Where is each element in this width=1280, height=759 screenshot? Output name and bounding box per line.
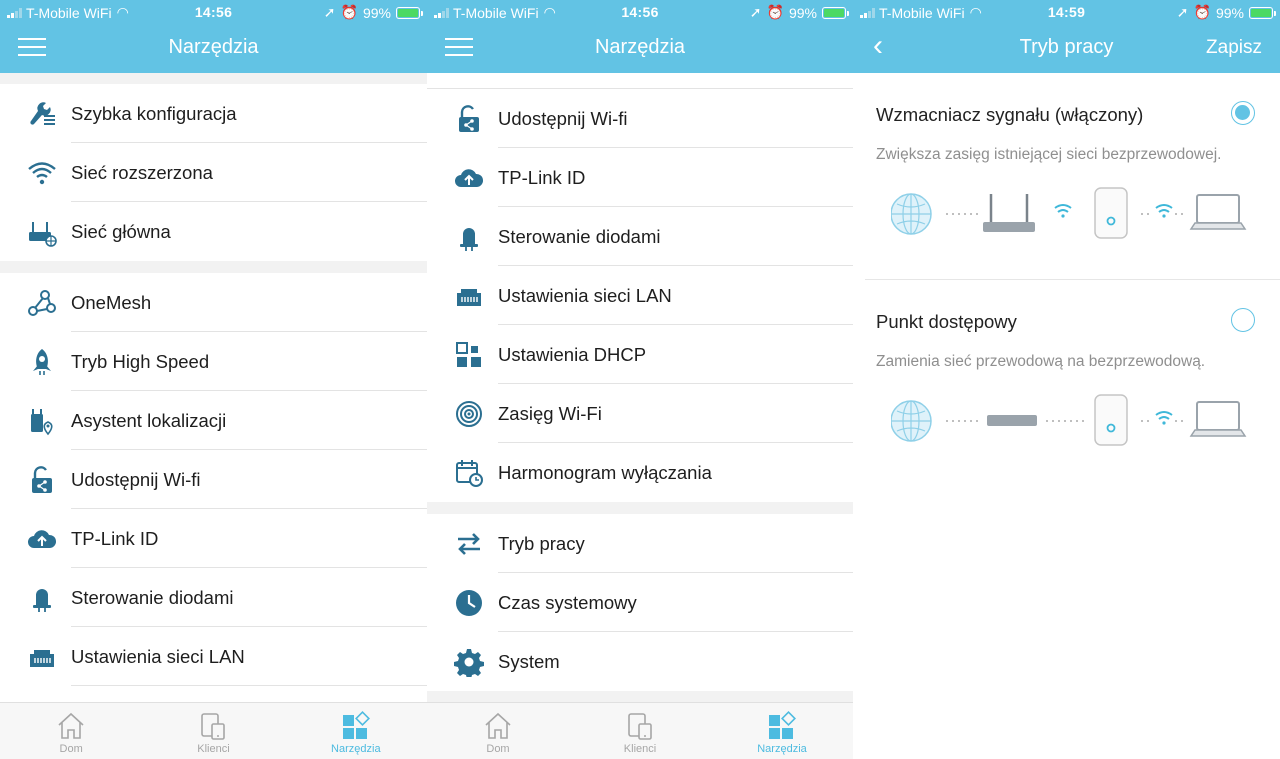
save-button[interactable]: Zapisz	[1206, 37, 1262, 59]
status-bar: T-Mobile WiFi ◠ 14:59 ➚ ⏰ 99%	[853, 0, 1280, 24]
led-bell-icon	[427, 222, 498, 252]
battery-percent: 99%	[1215, 4, 1244, 21]
tool-tplink-id[interactable]: TP-Link ID	[0, 509, 427, 568]
battery-percent: 99%	[362, 4, 391, 21]
mode-title: Punkt dostępowy	[876, 311, 1017, 332]
tool-high-speed[interactable]: Tryb High Speed	[0, 332, 427, 391]
tool-share-wifi[interactable]: Udostępnij Wi-fi	[0, 450, 427, 509]
tool-system-time[interactable]: Czas systemowy	[427, 573, 853, 632]
status-bar: T-Mobile WiFi ◠ 14:56 ➚ ⏰ 99%	[0, 0, 427, 24]
share-lock-icon	[0, 465, 71, 495]
tab-tools[interactable]: Narzędzia	[711, 703, 853, 759]
page-title: Narzędzia	[594, 36, 686, 58]
location-arrow-icon: ➚	[1176, 4, 1189, 20]
tools-grid-icon	[341, 711, 371, 741]
share-lock-icon	[427, 104, 498, 134]
access-point-diagram-icon	[891, 394, 1247, 446]
location-assistant-icon	[0, 406, 71, 436]
mode-radio-selected[interactable]	[1231, 101, 1255, 125]
home-icon	[56, 711, 86, 741]
gear-icon	[427, 647, 498, 677]
tool-system[interactable]: System	[427, 632, 853, 691]
page-title: Narzędzia	[168, 36, 259, 58]
tool-extended-network[interactable]: Sieć rozszerzona	[0, 143, 427, 202]
tools-grid-icon	[767, 711, 797, 741]
app-header: T-Mobile WiFi ◠ 14:56 ➚ ⏰ 99% Narzędzia	[427, 0, 853, 73]
battery-icon	[1249, 6, 1276, 19]
tab-home[interactable]: Dom	[427, 703, 569, 759]
alarm-icon: ⏰	[1193, 4, 1211, 20]
tool-led-control[interactable]: Sterowanie diodami	[427, 207, 853, 266]
tool-host-network[interactable]: Sieć główna	[0, 202, 427, 261]
alarm-icon: ⏰	[766, 4, 784, 20]
swap-arrows-icon	[427, 529, 498, 559]
mode-radio[interactable]	[1231, 308, 1255, 332]
location-arrow-icon: ➚	[323, 4, 336, 20]
tool-quick-setup[interactable]: Szybka konfiguracja	[0, 84, 427, 143]
calendar-clock-icon	[427, 458, 498, 488]
devices-icon	[198, 711, 228, 741]
tool-share-wifi[interactable]: Udostępnij Wi-fi	[427, 89, 853, 148]
led-bell-icon	[0, 583, 71, 613]
tool-operation-mode[interactable]: Tryb pracy	[427, 514, 853, 573]
operation-mode-screen: T-Mobile WiFi ◠ 14:59 ➚ ⏰ 99% ‹ Tryb pra…	[853, 0, 1280, 759]
lan-port-icon	[0, 642, 71, 672]
battery-icon	[822, 6, 849, 19]
tab-tools[interactable]: Narzędzia	[285, 703, 427, 759]
tools-screen-1: T-Mobile WiFi ◠ 14:56 ➚ ⏰ 99% Narzędzia …	[0, 0, 427, 759]
tool-power-schedule[interactable]: Harmonogram wyłączania	[427, 443, 853, 502]
clock-icon	[427, 588, 498, 618]
app-header: T-Mobile WiFi ◠ 14:59 ➚ ⏰ 99% ‹ Tryb pra…	[853, 0, 1280, 73]
tab-bar: Dom Klienci Narzędzia	[427, 702, 853, 759]
home-icon	[483, 711, 513, 741]
lan-port-icon	[427, 281, 498, 311]
tool-led-control[interactable]: Sterowanie diodami	[0, 568, 427, 627]
rocket-icon	[0, 347, 71, 377]
app-header: T-Mobile WiFi ◠ 14:56 ➚ ⏰ 99% Narzędzia	[0, 0, 427, 73]
wifi-icon	[0, 158, 71, 188]
mode-description: Zwiększa zasięg istniejącej sieci bezprz…	[876, 146, 1222, 163]
tools-list: Szybka konfiguracja Sieć rozszerzona Sie…	[0, 73, 427, 686]
coverage-icon	[427, 399, 498, 429]
tool-lan-settings[interactable]: Ustawienia sieci LAN	[427, 266, 853, 325]
dhcp-icon	[427, 340, 498, 370]
tab-clients[interactable]: Klienci	[569, 703, 711, 759]
mesh-icon	[0, 288, 71, 318]
tool-location-assistant[interactable]: Asystent lokalizacji	[0, 391, 427, 450]
tab-bar: Dom Klienci Narzędzia	[0, 702, 427, 759]
router-globe-icon	[0, 217, 71, 247]
tool-lan-settings[interactable]: Ustawienia sieci LAN	[0, 627, 427, 686]
wrench-icon	[0, 99, 71, 129]
range-extender-diagram-icon	[891, 187, 1247, 239]
tools-list: Udostępnij Wi-fi TP-Link ID Sterowanie d…	[427, 88, 853, 703]
mode-description: Zamienia sieć przewodową na bezprzewodow…	[876, 353, 1206, 370]
tool-wifi-coverage[interactable]: Zasięg Wi-Fi	[427, 384, 853, 443]
tool-tplink-id[interactable]: TP-Link ID	[427, 148, 853, 207]
tab-home[interactable]: Dom	[0, 703, 142, 759]
battery-icon	[396, 6, 423, 19]
tool-dhcp-settings[interactable]: Ustawienia DHCP	[427, 325, 853, 384]
location-arrow-icon: ➚	[749, 4, 762, 20]
tool-onemesh[interactable]: OneMesh	[0, 273, 427, 332]
tab-clients[interactable]: Klienci	[142, 703, 284, 759]
cloud-upload-icon	[427, 163, 498, 193]
battery-percent: 99%	[788, 4, 817, 21]
devices-icon	[625, 711, 655, 741]
tools-screen-2: T-Mobile WiFi ◠ 14:56 ➚ ⏰ 99% Narzędzia …	[427, 0, 853, 759]
mode-title: Wzmacniacz sygnału (włączony)	[876, 104, 1144, 125]
status-bar: T-Mobile WiFi ◠ 14:56 ➚ ⏰ 99%	[427, 0, 853, 24]
divider	[865, 279, 1280, 280]
alarm-icon: ⏰	[340, 4, 358, 20]
cloud-upload-icon	[0, 524, 71, 554]
